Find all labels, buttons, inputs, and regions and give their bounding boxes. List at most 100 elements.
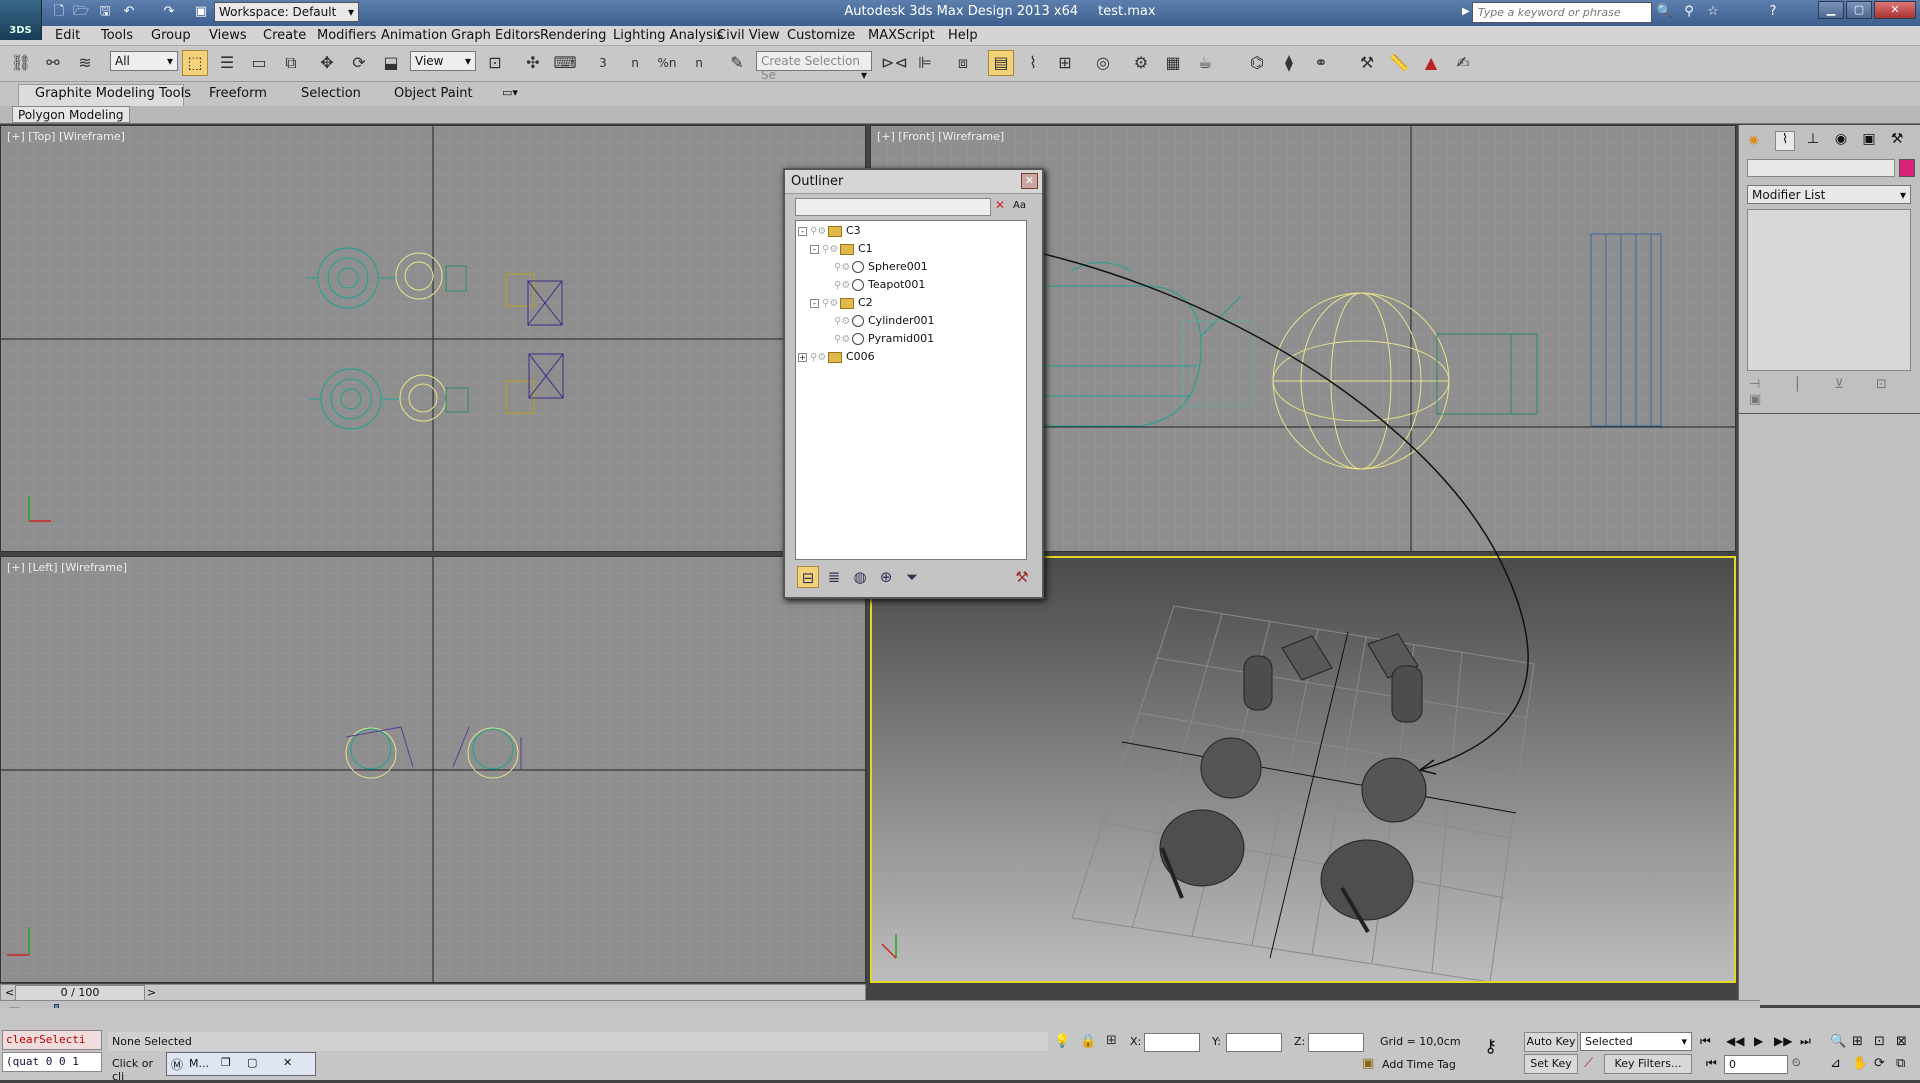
key-filters-button[interactable]: Key Filters...	[1604, 1054, 1692, 1074]
expand-toggle[interactable]: -	[810, 298, 819, 308]
new-file-icon[interactable]: 🗋	[50, 3, 68, 21]
z-coordinate-field[interactable]	[1308, 1033, 1364, 1052]
script-icon[interactable]: ✍	[1450, 50, 1476, 76]
previous-frame-icon[interactable]: ◀◀	[1726, 1034, 1744, 1048]
mirror-icon[interactable]: ⊳⊲	[880, 50, 908, 76]
auto-key-button[interactable]: Auto Key	[1524, 1032, 1578, 1052]
maximize-icon[interactable]: ▢	[247, 1056, 257, 1069]
reference-coordinate-dropdown[interactable]: View ▾	[410, 51, 476, 71]
select-by-name-icon[interactable]: ☰	[214, 50, 240, 76]
tree-item-c1[interactable]: - ⚲⚙ C1	[810, 241, 873, 257]
project-folder-icon[interactable]: ▣	[192, 3, 210, 21]
viewport-front-label[interactable]: [+] [Front] [Wireframe]	[877, 130, 1004, 143]
schematic-view-icon[interactable]: ⊞	[1052, 50, 1078, 76]
angle-snap-icon[interactable]: n	[622, 50, 648, 76]
case-sensitive-button[interactable]: Aa	[1013, 200, 1026, 211]
workspace-dropdown[interactable]: Workspace: Default ▾	[214, 2, 359, 22]
close-icon[interactable]: ✕	[283, 1056, 292, 1069]
next-frame-icon[interactable]: ▶▶	[1774, 1034, 1792, 1048]
time-slider-thumb[interactable]: 0 / 100	[15, 985, 145, 1001]
keyboard-shortcut-override-icon[interactable]: ⌨	[552, 50, 578, 76]
add-selection-icon[interactable]: ⊕	[875, 566, 897, 588]
render-setup-icon[interactable]: ⚙	[1128, 50, 1154, 76]
link-icon[interactable]: ⛓	[8, 50, 34, 76]
visibility-freeze-icon[interactable]: ⚲⚙	[810, 350, 828, 366]
x-coordinate-field[interactable]	[1144, 1033, 1200, 1052]
time-slider-prev-icon[interactable]: <	[5, 986, 14, 999]
visibility-freeze-icon[interactable]: ⚲⚙	[834, 260, 852, 276]
selection-filter-dropdown[interactable]: All ▾	[110, 51, 178, 71]
modify-tab-icon[interactable]: ⌇	[1775, 131, 1795, 151]
minimize-button[interactable]: ▁	[1818, 1, 1844, 19]
outliner-search-input[interactable]	[795, 198, 991, 216]
set-key-button[interactable]: Set Key	[1524, 1054, 1578, 1074]
add-time-tag[interactable]: Add Time Tag	[1382, 1058, 1456, 1071]
tree-item-teapot001[interactable]: ⚲⚙ Teapot001	[834, 277, 925, 293]
edit-named-selection-icon[interactable]: ✎	[724, 50, 750, 76]
rectangular-selection-icon[interactable]: ▭	[246, 50, 272, 76]
viewport-perspective[interactable]	[870, 556, 1736, 983]
menu-group[interactable]: Group	[151, 26, 191, 46]
go-to-start-icon[interactable]: ⏮	[1700, 1034, 1711, 1049]
ribbon-options-icon[interactable]: ▭▾	[502, 86, 518, 99]
menu-rendering[interactable]: Rendering	[540, 26, 606, 46]
pan-icon[interactable]: ✋	[1852, 1056, 1868, 1071]
hierarchy-mode-icon[interactable]: ⊟	[797, 566, 819, 588]
move-icon[interactable]: ✥	[314, 50, 340, 76]
visibility-freeze-icon[interactable]: ⚲⚙	[822, 296, 840, 312]
tree-item-c3[interactable]: - ⚲⚙ C3	[798, 223, 861, 239]
field-of-view-icon[interactable]: ⊿	[1830, 1056, 1841, 1071]
undo-icon[interactable]: ↶	[120, 3, 138, 21]
save-icon[interactable]: 🖫	[96, 3, 114, 21]
pivot-center-icon[interactable]: ⊡	[482, 50, 508, 76]
selection-lock-icon[interactable]: 🔒	[1080, 1034, 1096, 1049]
tree-item-c2[interactable]: - ⚲⚙ C2	[810, 295, 873, 311]
key-mode-toggle-icon[interactable]: ⏮	[1706, 1056, 1717, 1071]
tab-selection[interactable]: Selection	[301, 86, 361, 101]
layer-manager-icon[interactable]: ⧈	[950, 50, 976, 76]
search-input[interactable]: Type a keyword or phrase	[1472, 2, 1652, 23]
polygon-modeling-panel[interactable]: Polygon Modeling	[12, 106, 130, 123]
zoom-extents-all-icon[interactable]: ⊠	[1896, 1034, 1907, 1049]
motion-tab-icon[interactable]: ◉	[1831, 131, 1851, 151]
filter-icon[interactable]: ⏷	[901, 566, 923, 588]
expand-toggle[interactable]: +	[798, 352, 807, 362]
tab-object-paint[interactable]: Object Paint	[394, 86, 473, 101]
container-icon[interactable]: ⚭	[1308, 50, 1334, 76]
measure-icon[interactable]: 📏	[1386, 50, 1412, 76]
scale-icon[interactable]: ⬓	[378, 50, 404, 76]
tab-freeform[interactable]: Freeform	[209, 86, 267, 101]
visibility-freeze-icon[interactable]: ⚲⚙	[810, 224, 828, 240]
menu-maxscript[interactable]: MAXScript	[868, 26, 935, 46]
go-to-end-icon[interactable]: ⏭	[1800, 1034, 1811, 1049]
restore-icon[interactable]: ❐	[221, 1056, 231, 1069]
minimized-window[interactable]: Ⓜ M... ❐ ▢ ✕	[166, 1052, 316, 1076]
layer-explorer-icon[interactable]: ⧫	[1276, 50, 1302, 76]
maxscript-listener-output[interactable]: clearSelecti	[2, 1030, 102, 1050]
viewport-left[interactable]: [+] [Left] [Wireframe]	[0, 556, 866, 983]
viewport-left-label[interactable]: [+] [Left] [Wireframe]	[7, 561, 127, 574]
visibility-freeze-icon[interactable]: ⚲⚙	[834, 278, 852, 294]
zoom-extents-icon[interactable]: ⊡	[1874, 1034, 1885, 1049]
select-manipulate-icon[interactable]: ✣	[520, 50, 546, 76]
menu-civil-view[interactable]: Civil View	[717, 26, 780, 46]
redo-icon[interactable]: ↷	[160, 3, 178, 21]
curve-editor-icon[interactable]: ⌇	[1020, 50, 1046, 76]
menu-graph-editors[interactable]: Graph Editors	[451, 26, 540, 46]
tree-item-pyramid001[interactable]: ⚲⚙ Pyramid001	[834, 331, 934, 347]
visibility-freeze-icon[interactable]: ⚲⚙	[834, 332, 852, 348]
unlink-icon[interactable]: ⚯	[40, 50, 66, 76]
menu-tools[interactable]: Tools	[101, 26, 133, 46]
hammer-icon[interactable]: ⚒	[1011, 566, 1033, 588]
stack-controls[interactable]: ⊣ ⎪ ⊻ ⊡ ▣	[1749, 377, 1915, 407]
clear-search-icon[interactable]: ✕	[995, 198, 1009, 212]
tree-item-cylinder001[interactable]: ⚲⚙ Cylinder001	[834, 313, 935, 329]
default-tangent-icon[interactable]: ⟋	[1584, 1056, 1593, 1071]
object-name-field[interactable]	[1747, 159, 1895, 177]
key-mode-dropdown[interactable]: Selected ▾	[1580, 1032, 1692, 1051]
visibility-freeze-icon[interactable]: ⚲⚙	[834, 314, 852, 330]
spinner-snap-icon[interactable]: n	[686, 50, 712, 76]
outliner-close-button[interactable]: ✕	[1021, 173, 1038, 189]
maxscript-mini-input[interactable]: (quat 0 0 1	[2, 1052, 102, 1072]
menu-lighting-analysis[interactable]: Lighting Analysis	[613, 26, 723, 46]
